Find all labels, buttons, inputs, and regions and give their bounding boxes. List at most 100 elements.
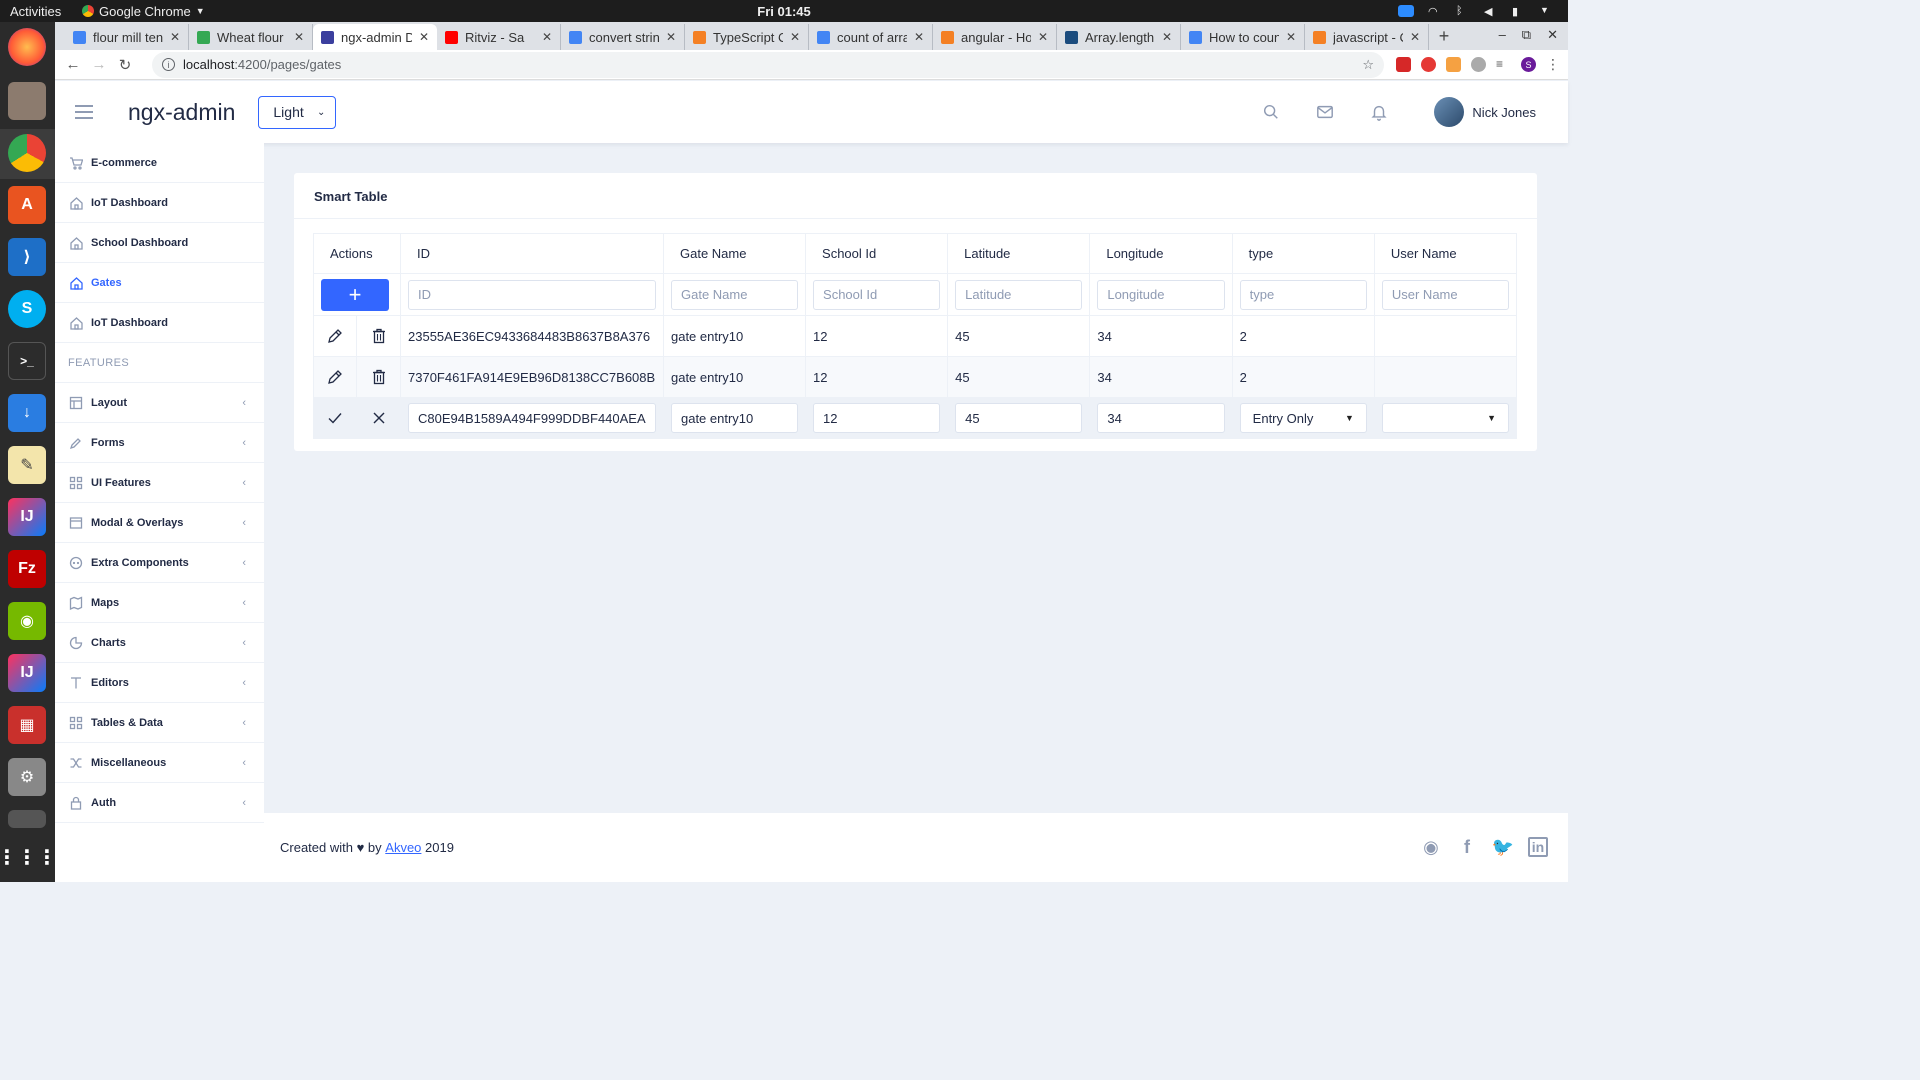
nvidia-icon[interactable]: ◉ [8,602,46,640]
system-menu-chevron-icon[interactable]: ▼ [1540,5,1554,17]
extension-orange-icon[interactable] [1446,57,1461,72]
text-editor-icon[interactable]: ✎ [8,446,46,484]
twitter-icon[interactable]: 🐦 [1492,837,1514,859]
intellij-2-icon[interactable]: IJ [8,654,46,692]
info-icon[interactable]: i [162,58,175,71]
save-edit-button[interactable] [314,398,357,438]
theme-select[interactable]: Light ⌄ [258,95,337,129]
drive-icon[interactable] [8,810,46,828]
brand-logo[interactable]: ngx-admin [128,99,235,126]
sidebar-item-ecommerce[interactable]: E-commerce [55,143,264,183]
github-icon[interactable]: ◉ [1420,837,1442,859]
address-bar[interactable]: i localhost:4200/pages/gates ☆ [152,51,1384,78]
firefox-icon[interactable] [8,28,46,66]
browser-tab[interactable]: Ritviz - Sa ✕ [437,24,561,50]
show-apps-icon[interactable]: ⋮⋮⋮ [0,838,57,876]
wifi-icon[interactable]: ◠ [1428,5,1442,18]
back-icon[interactable]: ← [60,56,86,73]
column-header-gate-name[interactable]: Gate Name [662,233,807,274]
browser-tab[interactable]: How to coun ✕ [1181,24,1305,50]
sidebar-item-extra-components[interactable]: Extra Components ‹ [55,543,264,583]
filter-school-id-input[interactable] [813,279,941,310]
chrome-menu-icon[interactable]: ⋮ [1546,56,1560,73]
table-row[interactable]: 7370F461FA914E9EB96D8138CC7B608B gate en… [313,356,1518,398]
column-header-longitude[interactable]: Longitude [1089,233,1233,274]
browser-tab[interactable]: angular - Ho ✕ [933,24,1057,50]
close-tab-icon[interactable]: ✕ [542,30,552,44]
workspace-icon[interactable]: ▦ [8,706,46,744]
akveo-link[interactable]: Akveo [385,840,421,855]
user-menu[interactable]: Nick Jones [1434,97,1536,127]
sidebar-item-iot-dashboard[interactable]: IoT Dashboard [55,183,264,223]
avatar[interactable] [1434,97,1465,127]
close-tab-icon[interactable]: ✕ [170,30,180,44]
browser-tab[interactable]: TypeScript C ✕ [685,24,809,50]
zoom-icon[interactable] [1398,5,1414,17]
filter-longitude-input[interactable] [1097,279,1225,310]
close-tab-icon[interactable]: ✕ [914,30,924,44]
sidebar-item-ui-features[interactable]: UI Features ‹ [55,463,264,503]
activities-button[interactable]: Activities [0,4,82,19]
filter-gate-name-input[interactable] [670,279,799,310]
browser-tab[interactable]: javascript - C ✕ [1305,24,1429,50]
bookmark-star-icon[interactable]: ☆ [1362,57,1374,73]
browser-tab[interactable]: convert strin ✕ [561,24,685,50]
filezilla-icon[interactable]: Fz [8,550,46,588]
column-header-type[interactable]: type [1231,233,1375,274]
filter-user-name-input[interactable] [1381,279,1509,310]
close-tab-icon[interactable]: ✕ [1286,30,1296,44]
forward-icon[interactable]: → [86,56,112,73]
terminal-icon[interactable]: >_ [8,342,46,380]
edit-type-select[interactable]: Entry Only ▼ [1239,403,1367,433]
column-header-latitude[interactable]: Latitude [947,233,1091,274]
sidebar-item-miscellaneous[interactable]: Miscellaneous ‹ [55,743,264,783]
column-header-school-id[interactable]: School Id [805,233,949,274]
files-icon[interactable] [8,82,46,120]
sidebar-item-modal-overlays[interactable]: Modal & Overlays ‹ [55,503,264,543]
vscode-icon[interactable]: ⟩ [8,238,46,276]
system-tray[interactable]: ◠ ᛒ ◀ ▮ ▼ [1398,5,1554,18]
sidebar-item-auth[interactable]: Auth ‹ [55,783,264,823]
edit-latitude-input[interactable] [955,403,1083,433]
delete-row-button[interactable] [357,316,400,356]
close-tab-icon[interactable]: ✕ [1410,30,1420,44]
facebook-icon[interactable]: f [1456,837,1478,859]
edit-row-button[interactable] [314,316,357,356]
browser-tab[interactable]: Wheat flour ✕ [189,24,313,50]
filter-id-input[interactable] [408,279,656,310]
search-icon[interactable] [1262,103,1280,121]
extension-gray-icon[interactable] [1471,57,1486,72]
skype-icon[interactable]: S [8,290,46,328]
settings-icon[interactable]: ⚙ [8,758,46,796]
cancel-edit-button[interactable] [357,398,400,438]
clock[interactable]: Fri 01:45 [757,4,810,19]
linkedin-icon[interactable]: in [1528,836,1548,857]
filter-latitude-input[interactable] [955,279,1083,310]
sidebar-item-tables-data[interactable]: Tables & Data ‹ [55,703,264,743]
sidebar-item-forms[interactable]: Forms ‹ [55,423,264,463]
menu-toggle-icon[interactable] [75,105,93,119]
media-control-icon[interactable]: ≡ [1496,57,1511,72]
app-menu[interactable]: Google Chrome ▼ [82,4,205,19]
sidebar-item-gates[interactable]: Gates [55,263,264,303]
edit-gate-name-input[interactable] [670,403,799,433]
browser-tab[interactable]: ngx-admin D ✕ [313,24,437,50]
new-tab-button[interactable]: + [1429,24,1459,50]
sidebar-item-editors[interactable]: Editors ‹ [55,663,264,703]
close-tab-icon[interactable]: ✕ [666,30,676,44]
sidebar-item-charts[interactable]: Charts ‹ [55,623,264,663]
battery-icon[interactable]: ▮ [1512,5,1526,18]
reload-icon[interactable]: ↻ [112,56,138,74]
software-center-icon[interactable]: A [8,186,46,224]
edit-user-name-select[interactable]: ▼ [1381,403,1509,433]
sidebar-item-iot-dashboard-2[interactable]: IoT Dashboard [55,303,264,343]
add-button[interactable]: + [321,278,389,311]
chrome-dock-icon[interactable] [8,134,46,172]
minimize-icon[interactable]: – [1499,27,1506,43]
browser-tab[interactable]: Array.length ✕ [1057,24,1181,50]
edit-school-id-input[interactable] [813,403,941,433]
bluetooth-icon[interactable]: ᛒ [1456,5,1470,17]
close-tab-icon[interactable]: ✕ [1162,30,1172,44]
extension-youtube-icon[interactable] [1421,57,1436,72]
close-tab-icon[interactable]: ✕ [419,30,429,44]
